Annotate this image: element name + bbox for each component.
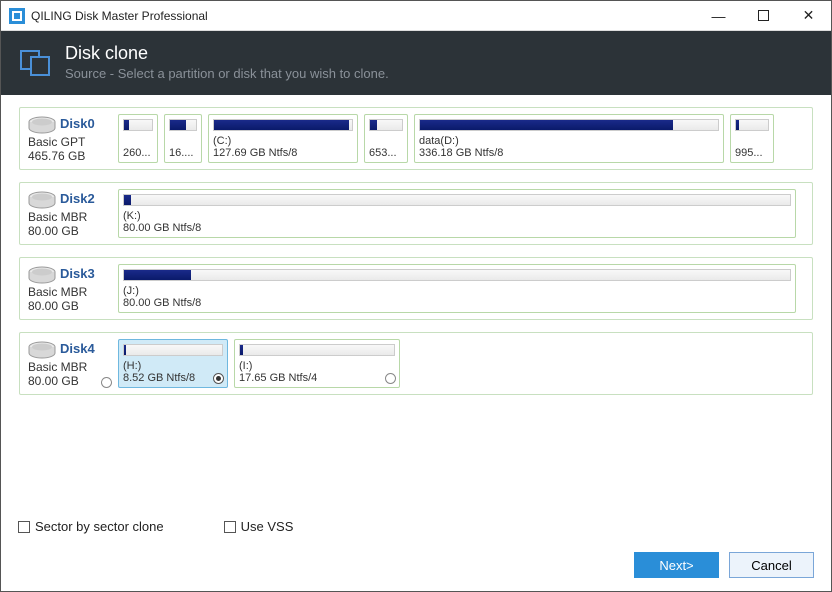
usage-bar: [369, 119, 403, 131]
checkbox-icon: [224, 521, 236, 533]
page-title: Disk clone: [65, 43, 389, 64]
disk-info: Disk4 Basic MBR80.00 GB: [26, 339, 112, 388]
partition[interactable]: 995...: [730, 114, 774, 163]
partitions: (H:)8.52 GB Ntfs/8(I:)17.65 GB Ntfs/4: [118, 339, 806, 388]
close-button[interactable]: ✕: [786, 1, 831, 31]
next-button[interactable]: Next>: [634, 552, 719, 578]
partitions: 260... 16.... (C:)127.69 GB Ntfs/8 653... da…: [118, 114, 806, 163]
partition[interactable]: (C:)127.69 GB Ntfs/8: [208, 114, 358, 163]
page-subtitle: Source - Select a partition or disk that…: [65, 66, 389, 81]
usage-bar: [169, 119, 197, 131]
disk-name: Disk0: [60, 116, 95, 131]
disk-size: 80.00 GB: [28, 299, 112, 313]
partition-label: (C:): [213, 135, 353, 147]
partitions: (K:)80.00 GB Ntfs/8: [118, 189, 806, 238]
disk-type: Basic MBR: [28, 360, 112, 374]
disk-row[interactable]: Disk3 Basic MBR80.00 GB (J:)80.00 GB Ntfs/…: [19, 257, 813, 320]
disk-list: Disk0Basic GPT465.76 GB260...16....(C:)1…: [1, 95, 831, 395]
partition[interactable]: (J:)80.00 GB Ntfs/8: [118, 264, 796, 313]
partition-details: 127.69 GB Ntfs/8: [213, 147, 353, 159]
partition[interactable]: 260...: [118, 114, 158, 163]
disk-size: 465.76 GB: [28, 149, 112, 163]
app-icon: [9, 8, 25, 24]
disk-row[interactable]: Disk4 Basic MBR80.00 GB (H:)8.52 GB Ntfs/8…: [19, 332, 813, 395]
footer: Next> Cancel: [634, 552, 814, 578]
header: Disk clone Source - Select a partition o…: [1, 31, 831, 95]
partitions: (J:)80.00 GB Ntfs/8: [118, 264, 806, 313]
usage-bar: [419, 119, 719, 131]
disk-radio[interactable]: [101, 377, 112, 388]
checkbox-icon: [18, 521, 30, 533]
partition-details: 80.00 GB Ntfs/8: [123, 222, 791, 234]
partition-details: 8.52 GB Ntfs/8: [123, 372, 223, 384]
disk-info: Disk2 Basic MBR80.00 GB: [26, 189, 112, 238]
disk-type: Basic MBR: [28, 285, 112, 299]
partition[interactable]: 653...: [364, 114, 408, 163]
disk-row[interactable]: Disk2 Basic MBR80.00 GB (K:)80.00 GB Ntfs/…: [19, 182, 813, 245]
partition-label: (I:): [239, 360, 395, 372]
usage-bar: [213, 119, 353, 131]
use-vss-checkbox[interactable]: Use VSS: [224, 519, 294, 534]
partition-details: 17.65 GB Ntfs/4: [239, 372, 395, 384]
cancel-button[interactable]: Cancel: [729, 552, 814, 578]
disk-size: 80.00 GB: [28, 224, 112, 238]
disk-type: Basic GPT: [28, 135, 112, 149]
disk-row[interactable]: Disk0 Basic GPT465.76 GB 260... 16.... (C:)1…: [19, 107, 813, 170]
usage-bar: [735, 119, 769, 131]
usage-bar: [123, 119, 153, 131]
partition-label: (H:): [123, 360, 223, 372]
partition-radio[interactable]: [385, 373, 396, 384]
partition-details: 653...: [369, 147, 403, 159]
partition[interactable]: (K:)80.00 GB Ntfs/8: [118, 189, 796, 238]
usage-bar: [123, 344, 223, 356]
disk-info: Disk0 Basic GPT465.76 GB: [26, 114, 112, 163]
maximize-button[interactable]: [741, 1, 786, 31]
partition[interactable]: 16....: [164, 114, 202, 163]
partition-radio[interactable]: [213, 373, 224, 384]
clone-icon: [19, 45, 51, 77]
partition-label: (K:): [123, 210, 791, 222]
partition-details: 995...: [735, 147, 769, 159]
partition-label: (J:): [123, 285, 791, 297]
disk-name: Disk2: [60, 191, 95, 206]
disk-info: Disk3 Basic MBR80.00 GB: [26, 264, 112, 313]
disk-type: Basic MBR: [28, 210, 112, 224]
partition-label: data(D:): [419, 135, 719, 147]
partition[interactable]: data(D:)336.18 GB Ntfs/8: [414, 114, 724, 163]
usage-bar: [239, 344, 395, 356]
window-title: QILING Disk Master Professional: [31, 9, 696, 23]
partition-details: 260...: [123, 147, 153, 159]
minimize-button[interactable]: —: [696, 1, 741, 31]
usage-bar: [123, 269, 791, 281]
disk-size: 80.00 GB: [28, 374, 112, 388]
partition-details: 80.00 GB Ntfs/8: [123, 297, 791, 309]
partition[interactable]: (I:)17.65 GB Ntfs/4: [234, 339, 400, 388]
disk-name: Disk4: [60, 341, 95, 356]
usage-bar: [123, 194, 791, 206]
options-row: Sector by sector clone Use VSS: [18, 519, 293, 534]
partition[interactable]: (H:)8.52 GB Ntfs/8: [118, 339, 228, 388]
partition-details: 336.18 GB Ntfs/8: [419, 147, 719, 159]
partition-details: 16....: [169, 147, 197, 159]
disk-name: Disk3: [60, 266, 95, 281]
titlebar: QILING Disk Master Professional — ✕: [1, 1, 831, 31]
sector-clone-checkbox[interactable]: Sector by sector clone: [18, 519, 164, 534]
